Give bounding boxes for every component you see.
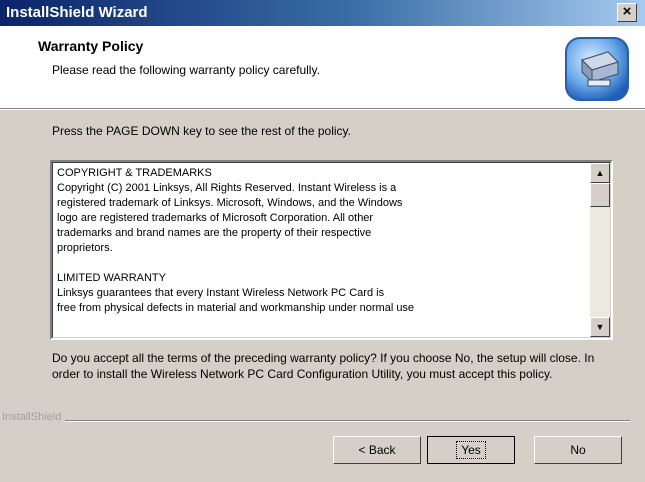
back-button[interactable]: < Back	[333, 436, 421, 464]
policy-text: COPYRIGHT & TRADEMARKS Copyright (C) 200…	[57, 167, 415, 314]
page-title: Warranty Policy	[38, 38, 144, 54]
header-separator	[0, 108, 645, 110]
arrow-up-icon[interactable]: ▲	[590, 163, 610, 183]
scroll-thumb[interactable]	[590, 183, 610, 207]
computer-setup-icon	[565, 37, 629, 101]
accept-question: Do you accept all the terms of the prece…	[52, 351, 595, 381]
brand-divider	[60, 420, 630, 422]
no-button[interactable]: No	[534, 436, 622, 464]
yes-button-label: Yes	[456, 441, 486, 459]
close-button[interactable]: ×	[617, 3, 637, 22]
policy-textbox-inner: COPYRIGHT & TRADEMARKS Copyright (C) 200…	[52, 162, 611, 338]
policy-textbox[interactable]: COPYRIGHT & TRADEMARKS Copyright (C) 200…	[50, 160, 613, 340]
installshield-window: InstallShield Wizard × Warranty Policy P…	[0, 0, 645, 482]
title-bar[interactable]: InstallShield Wizard ×	[0, 0, 645, 26]
arrow-down-icon[interactable]: ▼	[590, 317, 610, 337]
instruction-text: Press the PAGE DOWN key to see the rest …	[52, 124, 352, 138]
installshield-brand: InstallShield	[2, 411, 66, 423]
wizard-header: Warranty Policy Please read the followin…	[0, 26, 645, 108]
vertical-scrollbar[interactable]: ▲ ▼	[590, 163, 610, 337]
yes-button[interactable]: Yes	[427, 436, 515, 464]
page-subtitle: Please read the following warranty polic…	[52, 63, 320, 77]
window-title: InstallShield Wizard	[6, 4, 148, 21]
